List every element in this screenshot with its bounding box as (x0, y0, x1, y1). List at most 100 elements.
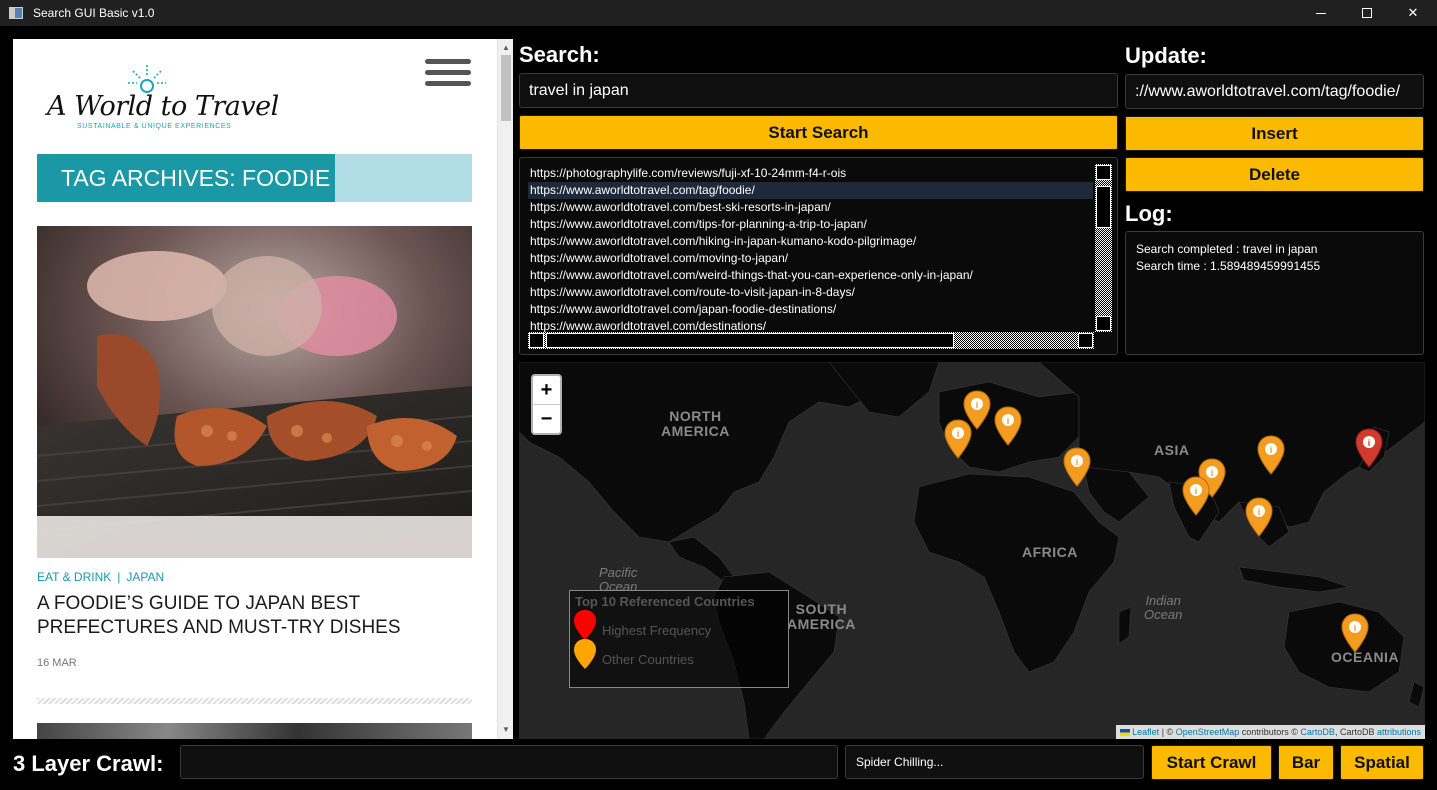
browser-scrollbar[interactable]: ▲ ▼ (497, 39, 513, 739)
scroll-up-arrow-icon[interactable]: ▲ (498, 41, 513, 55)
svg-text:i: i (1211, 468, 1214, 478)
map-marker-icon[interactable]: i (1257, 435, 1285, 475)
ocean-label-indian: Indian Ocean (1144, 593, 1183, 622)
result-item-selected[interactable]: https://www.aworldtotravel.com/tag/foodi… (528, 182, 1093, 199)
world-map[interactable]: + − NORTH AMERICA SOUTH AMERICA ASIA AFRIC… (519, 362, 1425, 739)
title-bar: Search GUI Basic v1.0 ✕ (0, 0, 1437, 26)
close-button[interactable]: ✕ (1390, 0, 1436, 26)
region-label-south-america: SOUTH AMERICA (787, 601, 856, 632)
legend-red-pin-icon (574, 610, 596, 640)
site-logo[interactable]: A World to Travel SUSTAINABLE & UNIQUE E… (47, 63, 279, 133)
delete-button[interactable]: Delete (1125, 157, 1424, 192)
svg-text:i: i (1195, 486, 1198, 496)
map-marker-icon[interactable]: i (994, 406, 1022, 446)
insert-button[interactable]: Insert (1125, 116, 1424, 151)
app-icon (9, 7, 23, 19)
zoom-control[interactable]: + − (531, 374, 562, 435)
result-item[interactable]: https://photographylife.com/reviews/fuji… (528, 165, 1093, 182)
map-marker-icon[interactable]: i (1245, 497, 1273, 537)
update-url-input[interactable]: ://www.aworldtotravel.com/tag/foodie/ (1125, 74, 1424, 109)
log-line: Search completed : travel in japan (1136, 242, 1318, 256)
update-label: Update: (1125, 43, 1207, 68)
result-item[interactable]: https://www.aworldtotravel.com/weird-thi… (528, 267, 1093, 284)
results-horizontal-scrollbar[interactable] (528, 332, 1094, 349)
leaflet-link[interactable]: Leaflet (1132, 727, 1159, 737)
post-date: 16 MAR (37, 657, 77, 669)
search-label: Search: (519, 42, 600, 67)
region-label-asia: ASIA (1154, 442, 1190, 458)
search-input[interactable]: travel in japan (519, 73, 1118, 108)
map-attribution: Leaflet | © OpenStreetMap contributors ©… (1116, 725, 1425, 739)
zoom-in-button[interactable]: + (533, 376, 560, 405)
crawl-url-input[interactable] (180, 745, 838, 779)
results-scroll-left-button[interactable] (529, 333, 544, 348)
crawl-status: Spider Chilling... (845, 745, 1144, 779)
region-label-north-america: NORTH AMERICA (661, 408, 730, 439)
close-icon: ✕ (1407, 5, 1419, 20)
map-marker-icon[interactable]: i (1182, 476, 1210, 516)
spatial-button[interactable]: Spatial (1340, 745, 1424, 780)
menu-icon[interactable] (425, 59, 471, 89)
window-title: Search GUI Basic v1.0 (33, 6, 155, 20)
start-crawl-button[interactable]: Start Crawl (1151, 745, 1272, 780)
log-output: Search completed : travel in japan Searc… (1125, 231, 1424, 355)
result-item[interactable]: https://www.aworldtotravel.com/destinati… (528, 318, 1093, 332)
results-scroll-up-button[interactable] (1096, 165, 1111, 180)
minimize-button[interactable] (1298, 0, 1344, 26)
legend-title: Top 10 Referenced Countries (575, 594, 755, 609)
svg-text:i: i (976, 400, 979, 410)
tag-archive-banner: TAG ARCHIVES: FOODIE (37, 154, 472, 202)
results-vertical-scrollbar[interactable] (1095, 164, 1112, 332)
svg-text:i: i (1007, 416, 1010, 426)
svg-text:i: i (1354, 623, 1357, 633)
legend-other-label: Other Countries (602, 652, 694, 667)
browser-scroll-thumb[interactable] (501, 55, 511, 121)
bar-button[interactable]: Bar (1278, 745, 1334, 780)
map-marker-highest-icon[interactable]: i (1355, 428, 1383, 468)
results-vertical-thumb[interactable] (1096, 186, 1111, 228)
legend-orange-pin-icon (574, 639, 596, 669)
cartodb-link[interactable]: CartoDB (1300, 727, 1335, 737)
log-label: Log: (1125, 201, 1173, 226)
svg-text:i: i (1258, 507, 1261, 517)
category-separator: | (117, 570, 121, 584)
region-label-africa: AFRICA (1022, 544, 1078, 560)
ukraine-flag-icon (1120, 729, 1131, 737)
tag-archive-heading: TAG ARCHIVES: FOODIE (61, 165, 331, 191)
post-title[interactable]: A FOODIE’S GUIDE TO JAPAN BEST PREFECTUR… (37, 592, 477, 640)
osm-link[interactable]: OpenStreetMap (1176, 727, 1240, 737)
category-link-japan[interactable]: JAPAN (126, 570, 164, 584)
result-item[interactable]: https://www.aworldtotravel.com/hiking-in… (528, 233, 1093, 250)
result-item[interactable]: https://www.aworldtotravel.com/route-to-… (528, 284, 1093, 301)
result-item[interactable]: https://www.aworldtotravel.com/best-ski-… (528, 199, 1093, 216)
category-link-eat-drink[interactable]: EAT & DRINK (37, 570, 111, 584)
logo-tagline: SUSTAINABLE & UNIQUE EXPERIENCES (77, 123, 232, 130)
maximize-icon (1362, 8, 1372, 18)
next-post-image[interactable] (37, 723, 472, 739)
map-marker-icon[interactable]: i (1341, 613, 1369, 653)
result-item[interactable]: https://www.aworldtotravel.com/tips-for-… (528, 216, 1093, 233)
post-hero-image[interactable] (37, 226, 472, 558)
svg-text:i: i (957, 429, 960, 439)
svg-text:i: i (1270, 445, 1273, 455)
zoom-out-button[interactable]: − (533, 405, 560, 434)
svg-text:i: i (1076, 457, 1079, 467)
legend-highest-label: Highest Frequency (602, 623, 712, 638)
map-marker-icon[interactable]: i (944, 419, 972, 459)
start-search-button[interactable]: Start Search (519, 115, 1118, 150)
log-line: Search time : 1.589489459991455 (1136, 259, 1321, 273)
results-scroll-right-button[interactable] (1078, 333, 1093, 348)
results-listbox[interactable]: https://photographylife.com/reviews/fuji… (519, 157, 1118, 355)
results-scroll-down-button[interactable] (1096, 316, 1111, 331)
crawl-label: 3 Layer Crawl: (13, 751, 164, 776)
map-marker-icon[interactable]: i (1063, 447, 1091, 487)
result-item[interactable]: https://www.aworldtotravel.com/moving-to… (528, 250, 1093, 267)
post-categories: EAT & DRINK | JAPAN (37, 570, 164, 584)
web-view[interactable]: A World to Travel SUSTAINABLE & UNIQUE E… (13, 39, 513, 739)
result-item[interactable]: https://www.aworldtotravel.com/japan-foo… (528, 301, 1093, 318)
maximize-button[interactable] (1344, 0, 1390, 26)
results-horizontal-thumb[interactable] (546, 333, 954, 348)
attributions-link[interactable]: attributions (1377, 727, 1421, 737)
post-divider (37, 698, 472, 704)
scroll-down-arrow-icon[interactable]: ▼ (498, 723, 513, 737)
